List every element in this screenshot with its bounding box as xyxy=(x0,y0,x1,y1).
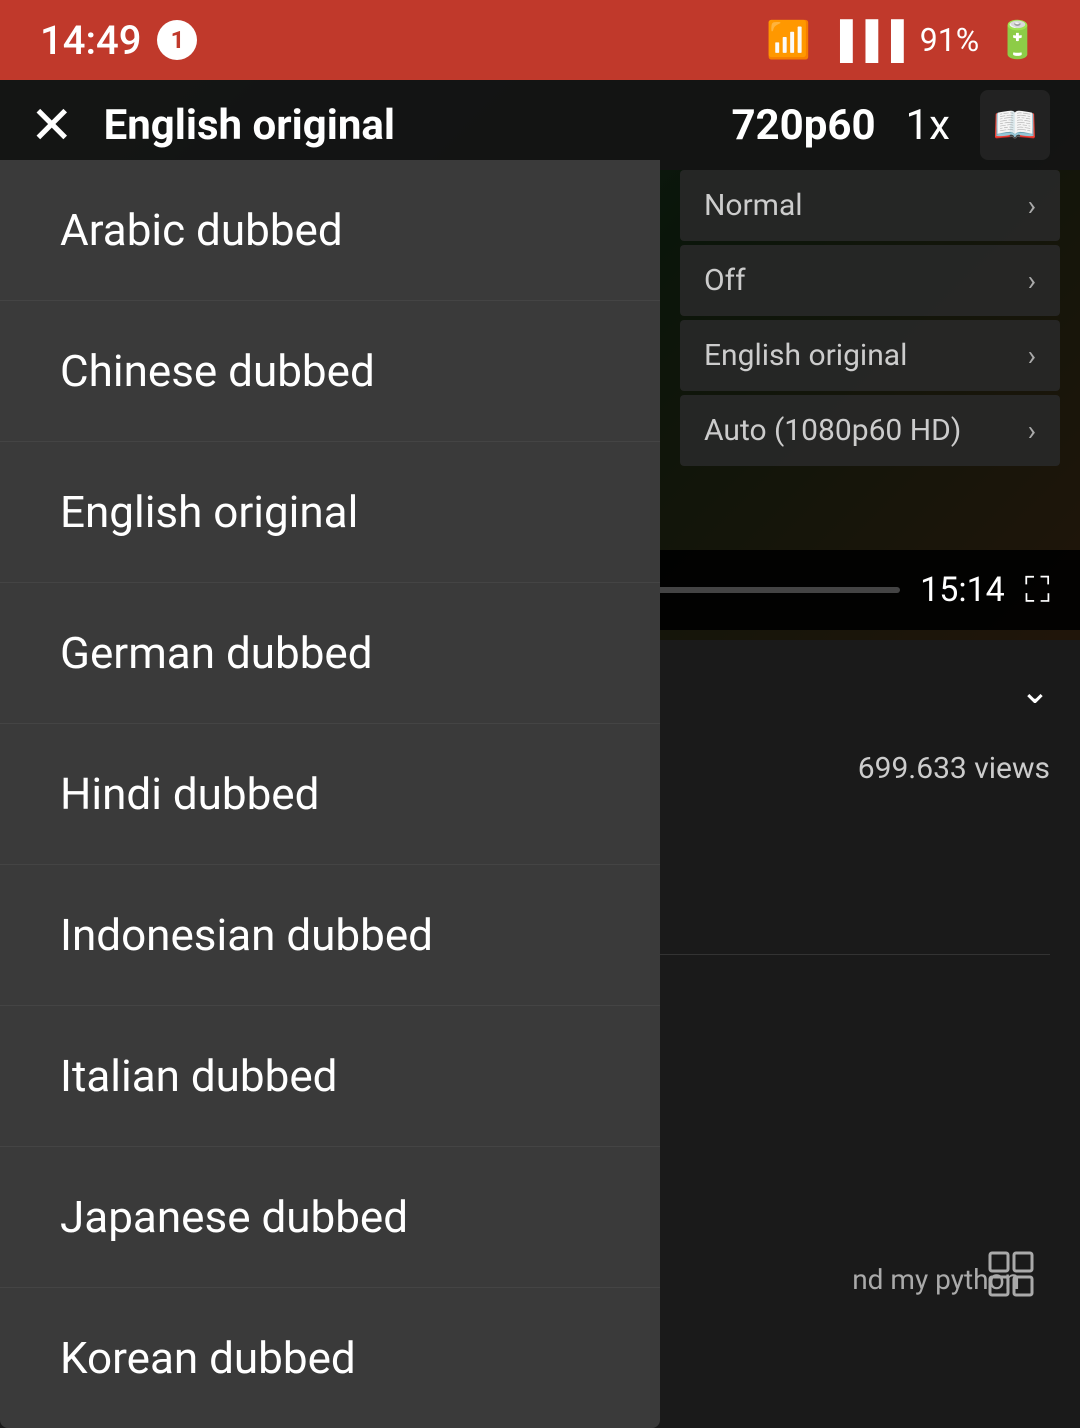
language-option-6[interactable]: Italian dubbed xyxy=(0,1006,660,1147)
chevron-right-icon-3: › xyxy=(1028,339,1036,372)
language-option-0[interactable]: Arabic dubbed xyxy=(0,160,660,301)
chevron-right-icon: › xyxy=(1028,189,1036,222)
settings-speed[interactable]: Normal › xyxy=(680,170,1060,241)
settings-subtitles-label: Off xyxy=(704,263,746,298)
player-language-title: English original xyxy=(104,101,702,150)
settings-quality-label: Auto (1080p60 HD) xyxy=(704,413,961,448)
captions-button[interactable]: 📖 xyxy=(980,90,1050,160)
language-option-7[interactable]: Japanese dubbed xyxy=(0,1147,660,1288)
language-option-4[interactable]: Hindi dubbed xyxy=(0,724,660,865)
status-bar: 14:49 1 📶 ▐▐▐ 91% 🔋 xyxy=(0,0,1080,80)
close-button[interactable]: ✕ xyxy=(30,95,74,156)
player-quality: 720p60 xyxy=(731,101,875,150)
settings-subtitles[interactable]: Off › xyxy=(680,245,1060,316)
language-option-8[interactable]: Korean dubbed xyxy=(0,1288,660,1428)
language-option-1[interactable]: Chinese dubbed xyxy=(0,301,660,442)
fullscreen-button[interactable]: ⛶ xyxy=(1025,569,1050,612)
language-dropdown[interactable]: Arabic dubbedChinese dubbedEnglish origi… xyxy=(0,160,660,1428)
battery-text: 91% xyxy=(920,21,979,59)
status-time-area: 14:49 1 xyxy=(40,17,197,64)
settings-speed-label: Normal xyxy=(704,188,803,223)
chevron-right-icon-2: › xyxy=(1028,264,1036,297)
player-header: ✕ English original 720p60 1x 📖 xyxy=(0,80,1080,170)
chevron-right-icon-4: › xyxy=(1028,414,1036,447)
language-option-5[interactable]: Indonesian dubbed xyxy=(0,865,660,1006)
view-count: 699.633 views xyxy=(858,751,1050,786)
expand-icon[interactable]: ⌄ xyxy=(1020,670,1050,712)
settings-audio[interactable]: English original › xyxy=(680,320,1060,391)
signal-icon: ▐▐▐ xyxy=(827,19,904,61)
status-icons: 📶 ▐▐▐ 91% 🔋 xyxy=(766,19,1040,61)
settings-audio-label: English original xyxy=(704,338,907,373)
settings-quality[interactable]: Auto (1080p60 HD) › xyxy=(680,395,1060,466)
grid-icon[interactable] xyxy=(988,1251,1040,1316)
time-display: 14:49 xyxy=(40,17,141,64)
book-icon: 📖 xyxy=(993,104,1038,146)
time-total: 15:14 xyxy=(920,570,1005,610)
language-option-3[interactable]: German dubbed xyxy=(0,583,660,724)
settings-panel: Normal › Off › English original › Auto (… xyxy=(680,170,1060,466)
wifi-icon: 📶 xyxy=(766,19,811,61)
language-option-2[interactable]: English original xyxy=(0,442,660,583)
notification-badge: 1 xyxy=(157,20,197,60)
battery-icon: 🔋 xyxy=(995,19,1040,61)
player-speed: 1x xyxy=(906,101,950,150)
